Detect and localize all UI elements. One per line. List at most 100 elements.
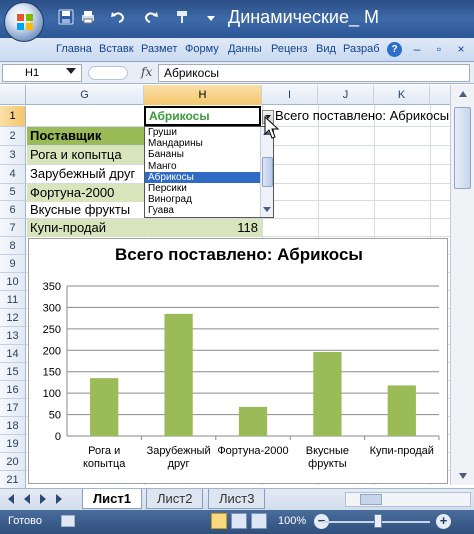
dropdown-item[interactable]: Груши bbox=[145, 127, 273, 138]
row-header-3[interactable]: 3 bbox=[0, 146, 26, 165]
cell-h7[interactable]: 118 bbox=[144, 219, 262, 237]
chart[interactable]: Всего поставлено: Абрикосы 0 50 100 150 200 2… bbox=[28, 238, 448, 484]
vertical-scrollbar[interactable] bbox=[450, 85, 474, 485]
row-header-15[interactable]: 15 bbox=[0, 363, 26, 381]
row-header-13[interactable]: 13 bbox=[0, 327, 26, 345]
x-tick-label: копытца bbox=[83, 458, 126, 470]
column-header-h[interactable]: H bbox=[144, 85, 262, 105]
office-button[interactable] bbox=[4, 2, 44, 42]
dropdown-item[interactable]: Виноград bbox=[145, 194, 273, 205]
dropdown-item[interactable]: Манго bbox=[145, 161, 273, 172]
row-header-20[interactable]: 20 bbox=[0, 453, 26, 471]
cell-g3[interactable]: Рога и копытца bbox=[27, 146, 144, 164]
cell-g7[interactable]: Купи-продай bbox=[27, 219, 144, 237]
horizontal-scroll-thumb[interactable] bbox=[360, 494, 382, 505]
row-header-16[interactable]: 16 bbox=[0, 381, 26, 399]
tab-page-layout[interactable]: Размет bbox=[141, 43, 177, 55]
restore-icon[interactable]: ▫ bbox=[432, 42, 446, 56]
dropdown-item[interactable]: Гуава bbox=[145, 205, 273, 216]
scroll-up-icon[interactable] bbox=[459, 91, 467, 97]
column-header-g[interactable]: G bbox=[26, 85, 144, 105]
dropdown-scroll-thumb[interactable] bbox=[262, 157, 273, 187]
dropdown-item-selected[interactable]: Абрикосы bbox=[145, 171, 273, 183]
tab-data[interactable]: Данны bbox=[228, 43, 262, 55]
dropdown-item[interactable]: Персики bbox=[145, 183, 273, 194]
sheet-tab-3[interactable]: Лист3 bbox=[208, 489, 266, 509]
column-header-k[interactable]: K bbox=[374, 85, 430, 105]
cell-g2[interactable]: Поставщик bbox=[27, 127, 144, 145]
print-icon[interactable] bbox=[80, 9, 96, 25]
row-header-19[interactable]: 19 bbox=[0, 435, 26, 453]
macro-record-icon[interactable] bbox=[61, 515, 75, 527]
tab-developer[interactable]: Разраб bbox=[343, 43, 380, 55]
sheet-tab-2[interactable]: Лист2 bbox=[146, 489, 204, 509]
formula-bar-handle[interactable] bbox=[88, 66, 128, 80]
customize-icon[interactable] bbox=[203, 9, 219, 25]
horizontal-scrollbar[interactable] bbox=[345, 492, 471, 507]
row-header-12[interactable]: 12 bbox=[0, 309, 26, 327]
row-header-11[interactable]: 11 bbox=[0, 291, 26, 309]
minimize-icon[interactable]: – bbox=[410, 42, 424, 56]
column-header-j[interactable]: J bbox=[318, 85, 374, 105]
tab-review[interactable]: Реценз bbox=[271, 43, 307, 55]
row-header-17[interactable]: 17 bbox=[0, 399, 26, 417]
cell-g4[interactable]: Зарубежный друг bbox=[27, 165, 144, 183]
scroll-down-icon[interactable] bbox=[263, 207, 271, 212]
y-tick-label: 50 bbox=[49, 410, 61, 422]
select-all-button[interactable] bbox=[0, 85, 26, 105]
normal-view-icon[interactable] bbox=[211, 513, 227, 529]
format-painter-icon[interactable] bbox=[174, 9, 190, 25]
row-header-8[interactable]: 8 bbox=[0, 237, 26, 255]
cell-i1[interactable]: Всего поставлено: Абрикосы bbox=[272, 107, 450, 125]
y-tick-label: 150 bbox=[43, 367, 61, 379]
zoom-slider-knob[interactable] bbox=[374, 514, 382, 528]
cell-g6[interactable]: Вкусные фрукты bbox=[27, 201, 144, 219]
window-title: Динамические_ М bbox=[228, 7, 379, 27]
mouse-cursor-icon bbox=[264, 116, 280, 139]
active-cell-h1[interactable]: Абрикосы bbox=[144, 106, 261, 126]
zoom-level[interactable]: 100% bbox=[278, 515, 306, 527]
redo-icon[interactable] bbox=[143, 9, 159, 25]
validation-dropdown-list[interactable]: Груши Мандарины Бананы Манго Абрикосы Пе… bbox=[144, 126, 274, 218]
insert-function-icon[interactable]: fx bbox=[141, 65, 152, 79]
x-tick-label: Купи-продай bbox=[370, 445, 434, 457]
sheet-tab-1[interactable]: Лист1 bbox=[82, 489, 142, 509]
close-icon[interactable]: × bbox=[454, 42, 468, 56]
tab-home[interactable]: Главна bbox=[56, 43, 92, 55]
row-header-21[interactable]: 21 bbox=[0, 471, 26, 489]
formula-input[interactable]: Абрикосы bbox=[158, 64, 470, 82]
page-break-view-icon[interactable] bbox=[251, 513, 267, 529]
scroll-down-icon[interactable] bbox=[459, 473, 467, 479]
row-header-1[interactable]: 1 bbox=[0, 106, 26, 127]
first-sheet-icon[interactable] bbox=[8, 494, 14, 504]
tab-insert[interactable]: Вставк bbox=[99, 43, 134, 55]
tab-view[interactable]: Вид bbox=[316, 43, 336, 55]
undo-icon[interactable] bbox=[110, 9, 126, 25]
cell-g5[interactable]: Фортуна-2000 bbox=[27, 184, 144, 202]
x-tick-label: Зарубежный bbox=[147, 445, 211, 457]
prev-sheet-icon[interactable] bbox=[24, 494, 30, 504]
next-sheet-icon[interactable] bbox=[40, 494, 46, 504]
row-header-9[interactable]: 9 bbox=[0, 255, 26, 273]
zoom-in-icon[interactable]: + bbox=[436, 514, 451, 529]
row-header-5[interactable]: 5 bbox=[0, 184, 26, 201]
y-tick-label: 300 bbox=[43, 302, 61, 314]
dropdown-item[interactable]: Мандарины bbox=[145, 138, 273, 149]
row-header-18[interactable]: 18 bbox=[0, 417, 26, 435]
column-header-i[interactable]: I bbox=[262, 85, 318, 105]
row-header-10[interactable]: 10 bbox=[0, 273, 26, 291]
page-layout-view-icon[interactable] bbox=[231, 513, 247, 529]
chevron-down-icon[interactable] bbox=[66, 68, 76, 74]
tab-formulas[interactable]: Форму bbox=[185, 43, 219, 55]
help-icon[interactable]: ? bbox=[387, 42, 402, 57]
row-header-6[interactable]: 6 bbox=[0, 201, 26, 219]
column-headers: G H I J K bbox=[0, 85, 474, 105]
last-sheet-icon[interactable] bbox=[56, 494, 62, 504]
dropdown-item[interactable]: Бананы bbox=[145, 149, 273, 160]
row-header-14[interactable]: 14 bbox=[0, 345, 26, 363]
row-header-2[interactable]: 2 bbox=[0, 127, 26, 146]
save-icon[interactable] bbox=[58, 9, 74, 25]
vertical-scroll-thumb[interactable] bbox=[454, 107, 471, 189]
row-header-4[interactable]: 4 bbox=[0, 165, 26, 184]
row-header-7[interactable]: 7 bbox=[0, 219, 26, 237]
